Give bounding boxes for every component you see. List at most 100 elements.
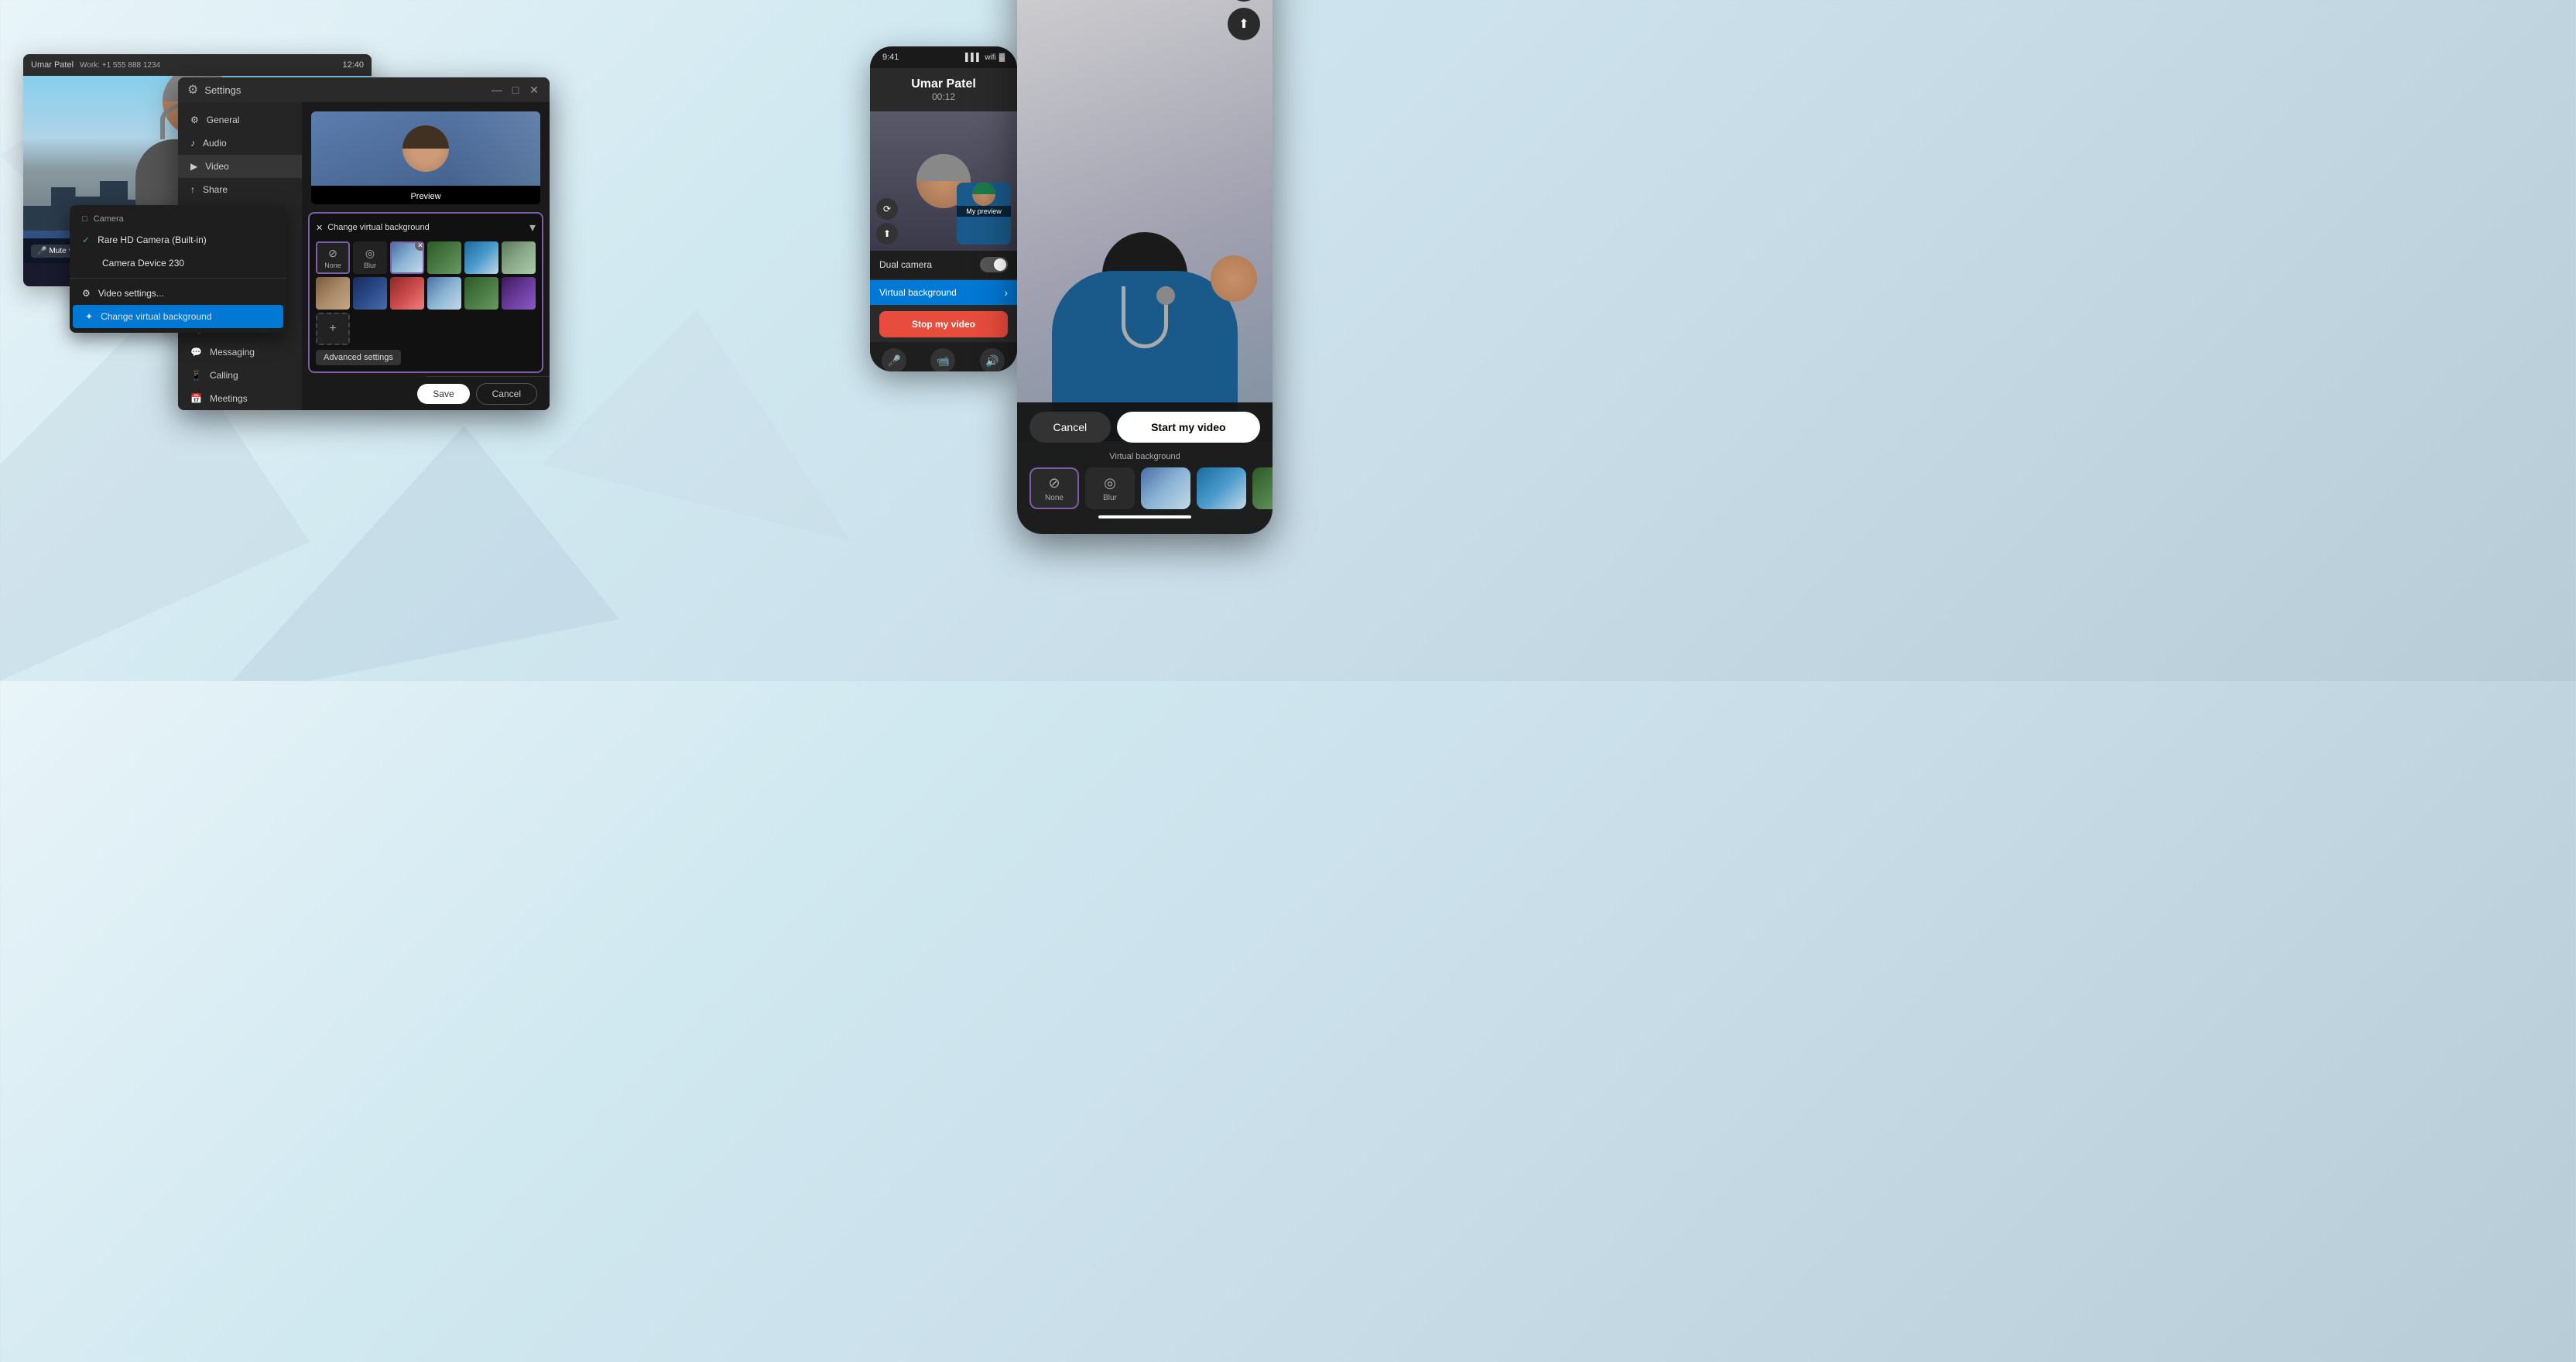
vbg-blur-item[interactable]: ◎ Blur: [353, 241, 387, 274]
vbg-title: Change virtual background: [327, 223, 429, 232]
right-phone: ⟳ ⬆: [1017, 0, 1273, 534]
messaging-icon: 💬: [190, 347, 202, 358]
vbg-close-icon[interactable]: ✕: [316, 223, 323, 233]
vbg-none-item[interactable]: ⊘ None: [316, 241, 350, 274]
vbg-office-item[interactable]: ✕: [390, 241, 424, 274]
start-video-button[interactable]: Start my video: [1117, 412, 1260, 443]
mute-icon: 🎤: [37, 247, 46, 255]
vbg-mountains-item[interactable]: [427, 241, 461, 274]
change-vbg-label: Change virtual background: [101, 311, 211, 322]
vbg-mountains2-item[interactable]: [502, 241, 536, 274]
phone-top-controls: ⟳ ⬆: [1228, 0, 1260, 40]
toggle-knob: [994, 258, 1006, 271]
nav-share-label: Share: [203, 184, 228, 195]
change-virtual-bg-item[interactable]: ✦ Change virtual background: [73, 305, 283, 328]
phone-time: 9:41: [882, 53, 899, 62]
mobile-bg-beach[interactable]: [1197, 467, 1246, 509]
dual-camera-toggle[interactable]: [980, 257, 1008, 272]
settings-content: Preview ✓ Enable hardware acceleration ✓…: [302, 102, 550, 410]
vbg-blur-label: Blur: [364, 262, 376, 269]
phone-bottom-bar: 🎤 Mute 📹 Video 🔊 Speaker: [870, 342, 1017, 371]
cancel-button[interactable]: Cancel: [476, 383, 537, 405]
vbg-red-item[interactable]: [390, 277, 424, 310]
phone-call-info: Umar Patel 00:12: [870, 68, 1017, 111]
mobile-bg-blur[interactable]: ◎ Blur: [1085, 467, 1135, 509]
mobile-bg-none[interactable]: ⊘ None: [1029, 467, 1079, 509]
settings-footer: Save Cancel: [426, 376, 550, 410]
minimize-button[interactable]: —: [491, 84, 503, 96]
home-indicator: [1098, 515, 1191, 518]
mobile-bg-office[interactable]: [1141, 467, 1190, 509]
dual-camera-label: Dual camera: [879, 259, 932, 270]
mobile-section: 9:41 ▌▌▌ wifi ▓ Umar Patel 00:12: [870, 23, 1273, 534]
nav-messaging[interactable]: 💬 Messaging: [178, 340, 302, 364]
phone-right-bottom: Cancel Start my video Virtual background…: [1017, 402, 1273, 534]
calling-icon: 📱: [190, 370, 202, 381]
camera-icon: □: [82, 214, 87, 224]
context-menu: □ Camera ✓ Rare HD Camera (Built-in) Cam…: [70, 205, 286, 333]
vbg-chevron-icon[interactable]: ▾: [529, 220, 536, 235]
phone-mini-preview: My preview: [957, 183, 1011, 245]
nav-audio[interactable]: ♪ Audio: [178, 132, 302, 155]
virtual-bg-row[interactable]: Virtual background ›: [870, 280, 1017, 305]
phone-effects-btn[interactable]: ⬆: [876, 223, 898, 245]
phone-mini-controls: ⟳ ⬆: [876, 198, 898, 245]
camera-1-label: Rare HD Camera (Built-in): [98, 234, 207, 245]
settings-icon: ⚙: [82, 288, 91, 299]
phone-effects-btn[interactable]: ⬆: [1228, 8, 1260, 40]
phone-video-btn[interactable]: 📹 Video: [930, 348, 955, 371]
camera-option-2[interactable]: Camera Device 230: [70, 252, 286, 275]
stop-video-button[interactable]: Stop my video: [879, 311, 1008, 337]
vbg-header: ✕ Change virtual background ▾: [316, 220, 536, 235]
nav-share[interactable]: ↑ Share: [178, 178, 302, 201]
vbg-mountains3-item[interactable]: [464, 277, 498, 310]
phone-camera-flip-btn[interactable]: ⟳: [876, 198, 898, 220]
right-doctor-hair: [1102, 232, 1187, 275]
video-settings-item[interactable]: ⚙ Video settings...: [70, 282, 286, 305]
phone-flip-camera-btn[interactable]: ⟳: [1228, 0, 1260, 2]
video-settings-label: Video settings...: [98, 288, 164, 299]
vbg-add-item[interactable]: +: [316, 313, 350, 345]
mini-preview-hair: [972, 183, 995, 194]
vbg-title-label: Virtual background: [1029, 452, 1260, 461]
phone-speaker-btn[interactable]: 🔊 Speaker: [979, 348, 1005, 371]
cancel-action-button[interactable]: Cancel: [1029, 412, 1111, 443]
mini-preview-video: [957, 183, 1011, 206]
stethoscope-chest-piece: [1156, 286, 1175, 305]
advanced-settings-button[interactable]: Advanced settings: [316, 350, 401, 365]
vbg-blur-icon: ◎: [365, 247, 375, 260]
menu-separator: [70, 278, 286, 279]
time-label: 12:40: [342, 60, 364, 70]
nav-general[interactable]: ⚙ General: [178, 108, 302, 132]
camera-option-1[interactable]: ✓ Rare HD Camera (Built-in): [70, 228, 286, 252]
video-icon: ▶: [190, 161, 197, 172]
nav-video[interactable]: ▶ Video: [178, 155, 302, 178]
vbg-living-item[interactable]: [316, 277, 350, 310]
preview-video-content: [311, 111, 540, 186]
nav-calling[interactable]: 📱 Calling: [178, 364, 302, 387]
nav-meetings[interactable]: 📅 Meetings: [178, 387, 302, 410]
phone-speaker-icon: 🔊: [980, 348, 1005, 371]
vbg-bluegrad-item[interactable]: [353, 277, 387, 310]
vbg-remove-badge[interactable]: ✕: [415, 241, 424, 251]
virtual-bg-label: Virtual background: [879, 287, 957, 298]
mini-preview-head: [972, 183, 995, 206]
vbg-office2-item[interactable]: [427, 277, 461, 310]
close-button[interactable]: ✕: [528, 84, 540, 96]
settings-gear-icon: ⚙: [187, 82, 198, 98]
phone-mute-icon: 🎤: [882, 348, 906, 371]
mobile-bg-mountains[interactable]: [1252, 467, 1273, 509]
camera-2-label: Camera Device 230: [102, 258, 184, 269]
check-icon: ✓: [82, 234, 90, 245]
vbg-purple-item[interactable]: [502, 277, 536, 310]
phone-mute-btn[interactable]: 🎤 Mute: [882, 348, 906, 371]
vbg-none-label: None: [324, 262, 341, 269]
save-button[interactable]: Save: [417, 384, 469, 404]
phone-status-icons: ▌▌▌ wifi ▓: [965, 53, 1005, 62]
maximize-button[interactable]: □: [509, 84, 522, 96]
vbg-beach-item[interactable]: [464, 241, 498, 274]
share-icon: ↑: [190, 184, 195, 195]
battery-icon: ▓: [999, 53, 1005, 62]
nav-video-label: Video: [205, 161, 228, 172]
mobile-blur-label: Blur: [1103, 494, 1117, 502]
